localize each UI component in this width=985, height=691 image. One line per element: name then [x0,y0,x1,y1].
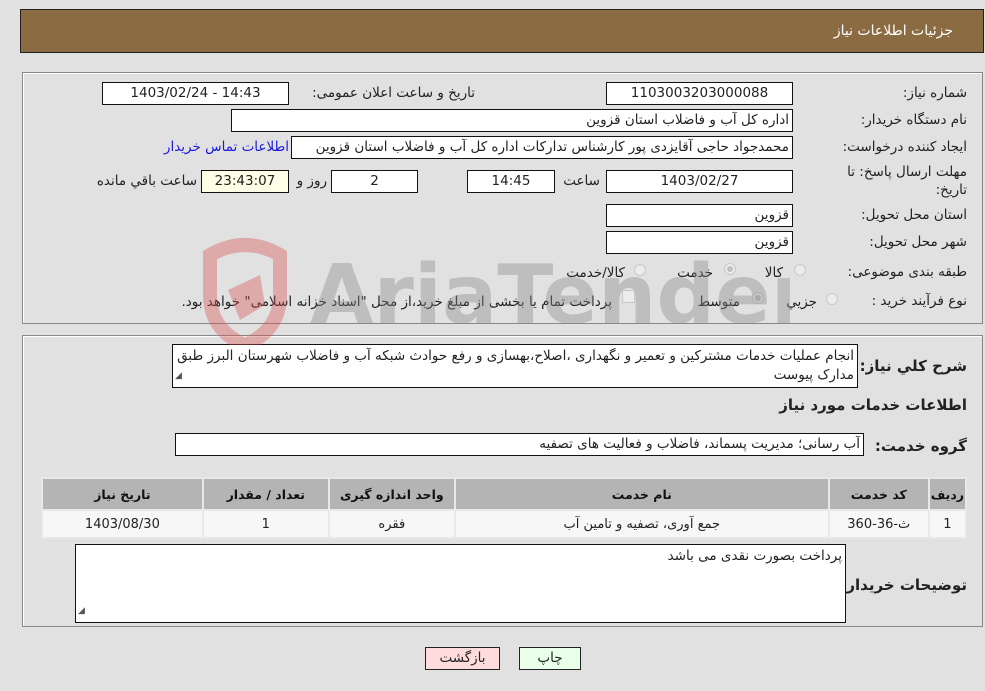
table-row: 1 ث-36-360 جمع آوری، تصفیه و تامین آب فق… [43,511,965,537]
need-number-label: شماره نیاز: [902,85,967,101]
announce-date-label: تاریخ و ساعت اعلان عمومی: [312,85,475,101]
category-option-service: خدمت [677,265,713,281]
service-group-label: گروه خدمت: [874,437,967,455]
treasury-note: پرداخت تمام یا بخشی از مبلغ خرید،از محل … [181,294,612,310]
category-radio-service[interactable] [724,263,736,275]
deadline-date-field: 1403/02/27 [606,170,793,193]
deadline-time-label: ساعت [563,173,600,189]
resize-grip-icon[interactable]: ◢ [175,367,182,386]
process-radio-medium[interactable] [752,292,764,304]
page-header: جزئیات اطلاعات نیاز [20,9,984,53]
col-need-date: تاریخ نیاز [43,479,202,509]
cell-unit: فقره [329,511,454,537]
cell-row-number: 1 [929,511,965,537]
cell-service-name: جمع آوری، تصفیه و تامین آب [455,511,828,537]
remaining-time-field: 23:43:07 [201,170,289,193]
days-label: روز و [296,173,327,189]
buyer-org-label: نام دستگاه خریدار: [860,112,967,128]
category-label: طبقه بندی موضوعی: [847,264,967,280]
process-option-medium: متوسط [697,294,740,310]
requester-label: ایجاد کننده درخواست: [842,139,967,155]
days-remaining-field: 2 [331,170,418,193]
description-text: انجام عملیات خدمات مشترکین و تعمیر و نگه… [177,348,854,383]
province-label: استان محل تحویل: [861,207,967,223]
deadline-label: مهلت ارسال پاسخ: تا تاریخ: [847,164,967,198]
category-radio-goods[interactable] [794,264,806,276]
buyer-org-field: اداره کل آب و فاضلاب استان قزوین [231,109,793,132]
remaining-time-label: ساعت باقي مانده [96,173,197,189]
buyer-contact-link[interactable]: اطلاعات تماس خریدار [164,139,289,155]
page-title: جزئیات اطلاعات نیاز [833,23,953,39]
description-label: شرح کلي نیاز: [859,357,967,375]
process-radio-minor[interactable] [826,293,838,305]
resize-grip-icon[interactable]: ◢ [78,602,85,621]
cell-quantity: 1 [203,511,328,537]
cell-need-date: 1403/08/30 [43,511,202,537]
treasury-checkbox[interactable] [622,290,635,303]
announce-date-field: 1403/02/24 - 14:43 [102,82,289,105]
city-field: قزوین [606,231,793,254]
description-textarea: انجام عملیات خدمات مشترکین و تعمیر و نگه… [172,344,858,388]
services-section-title: اطلاعات خدمات مورد نیاز [779,396,967,414]
buyer-notes-label: توضیحات خریدار: [840,576,967,594]
print-button[interactable]: چاپ [519,647,581,670]
col-service-code: کد خدمت [829,479,928,509]
col-service-name: نام خدمت [455,479,828,509]
province-field: قزوین [606,204,793,227]
service-group-field: آب رسانی؛ مدیریت پسماند، فاضلاب و فعالیت… [175,433,864,456]
category-option-goods-service: کالا/خدمت [566,265,625,281]
need-number-field: 1103003203000088 [606,82,793,105]
back-button[interactable]: بازگشت [425,647,500,670]
category-option-goods: کالا [764,265,783,281]
buyer-notes-textarea: پرداخت بصورت نقدی می باشد ◢ [75,544,846,623]
col-unit: واحد اندازه گیری [329,479,454,509]
category-radio-goods-service[interactable] [634,264,646,276]
process-option-minor: جزيي [786,294,817,310]
col-row-number: ردیف [929,479,965,509]
buyer-notes-text: پرداخت بصورت نقدی می باشد [667,548,842,564]
services-table: ردیف کد خدمت نام خدمت واحد اندازه گیری ت… [41,477,967,539]
process-type-label: نوع فرآیند خرید : [871,293,967,309]
requester-field: محمدجواد حاجی آقایزدی پور کارشناس تدارکا… [291,136,793,159]
cell-service-code: ث-36-360 [829,511,928,537]
city-label: شهر محل تحویل: [869,234,967,250]
table-header-row: ردیف کد خدمت نام خدمت واحد اندازه گیری ت… [43,479,965,509]
deadline-time-field: 14:45 [467,170,555,193]
col-quantity: تعداد / مقدار [203,479,328,509]
